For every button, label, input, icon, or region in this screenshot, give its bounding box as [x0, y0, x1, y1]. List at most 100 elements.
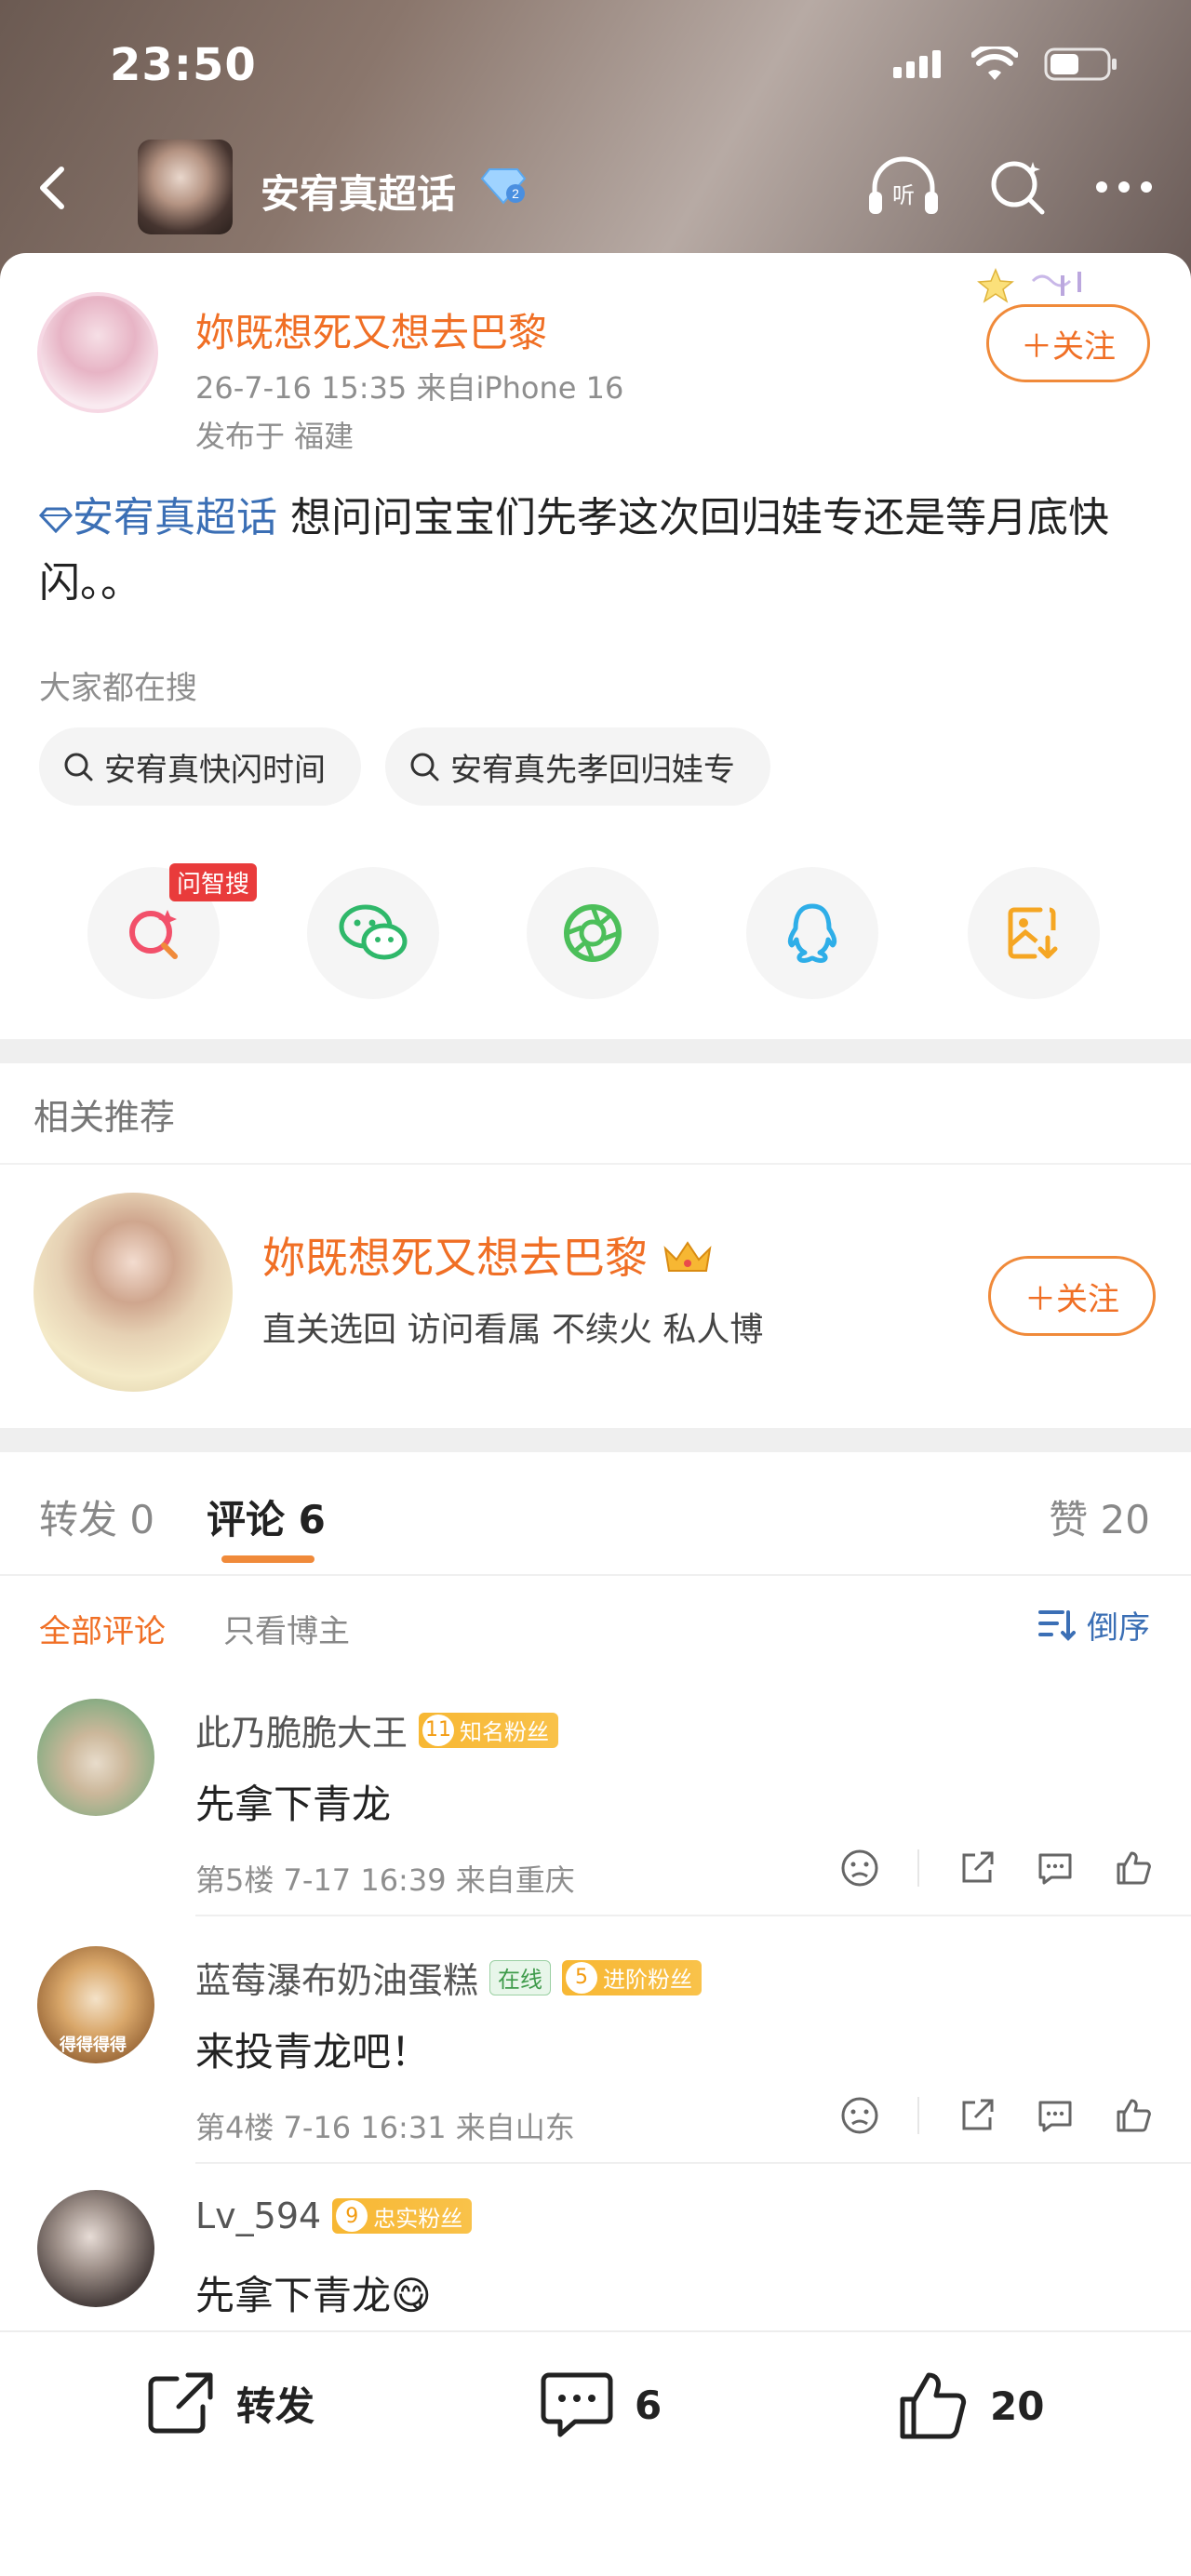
sort-label: 倒序 [1087, 1609, 1150, 1647]
post-meta: 26-7-16 15:35 来自iPhone 16 [195, 370, 624, 406]
commenter-name[interactable]: Lv_594 [195, 2196, 321, 2236]
filter-all-comments[interactable]: 全部评论 [39, 1606, 166, 1651]
more-icon[interactable] [1094, 180, 1154, 194]
search-hint-label: 大家都在搜 [39, 670, 197, 707]
share-icon[interactable] [957, 2095, 997, 2136]
comment-text: 来投青龙吧！ [195, 2029, 431, 2075]
related-user-avatar[interactable] [33, 1193, 233, 1392]
commenter-avatar[interactable] [37, 2190, 154, 2307]
cellular-signal-icon [893, 50, 941, 78]
ai-search-badge: 问智搜 [169, 863, 258, 901]
comment-separator [195, 1915, 1191, 1916]
like-icon [900, 2372, 967, 2439]
filter-owner-only[interactable]: 只看博主 [223, 1606, 350, 1651]
related-user-name[interactable]: 妳既想死又想去巴黎 [262, 1224, 714, 1286]
comment-meta: 第4楼 7-16 16:31 来自山东 [195, 2110, 575, 2145]
moments-share-button[interactable] [527, 867, 659, 999]
like-icon[interactable] [1113, 1848, 1154, 1889]
listen-icon[interactable]: 听 [867, 156, 940, 218]
battery-icon [1044, 47, 1117, 81]
comment-text: 先拿下青龙😋 [195, 2264, 432, 2321]
commenter-name[interactable]: 蓝莓瀑布奶油蛋糕 [195, 1952, 478, 2003]
bottom-comment-count: 6 [635, 2382, 662, 2428]
follow-button[interactable]: ＋关注 [986, 304, 1150, 382]
tab-repost[interactable]: 转发 0 [39, 1488, 154, 1545]
qq-icon [787, 903, 837, 964]
related-follow-button[interactable]: ＋关注 [988, 1256, 1156, 1336]
diamond-level-icon: 2 [480, 168, 527, 205]
repost-icon [148, 2372, 213, 2434]
supertopic-diamond-icon [38, 507, 74, 534]
related-title: 相关推荐 [33, 1097, 176, 1138]
section-divider [0, 1428, 1191, 1452]
tab-indicator [221, 1555, 314, 1563]
comment-text-body: 先拿下青龙 [195, 2273, 392, 2318]
author-name[interactable]: 妳既想死又想去巴黎 [195, 301, 547, 358]
bottom-comment-button[interactable]: 6 [540, 2369, 662, 2440]
post-body: 安宥真超话 想问问宝宝们先孝这次回归娃专还是等月底快闪。。 [38, 486, 1137, 616]
save-image-button[interactable] [968, 867, 1100, 999]
comment-meta: 第5楼 7-17 16:39 来自重庆 [195, 1862, 575, 1898]
search-chip-label: 安宥真快闪时间 [104, 751, 326, 789]
qq-share-button[interactable] [746, 867, 878, 999]
commenter-avatar[interactable]: 得得得得 [37, 1946, 154, 2063]
crown-icon [663, 1241, 712, 1272]
search-chip-label: 安宥真先孝回归娃专 [450, 751, 735, 789]
author-avatar[interactable] [37, 292, 158, 413]
commenter-name[interactable]: 此乃脆脆大王 [195, 1704, 408, 1755]
svg-text:听: 听 [892, 182, 915, 208]
save-image-icon [1008, 907, 1058, 959]
topic-label[interactable]: 安宥真超话 [73, 494, 277, 541]
tab-comments[interactable]: 评论 6 [207, 1488, 326, 1545]
fan-level: 5 [566, 1961, 598, 1994]
ai-search-icon [129, 910, 178, 959]
wechat-share-button[interactable] [307, 867, 439, 999]
search-icon[interactable] [986, 156, 1048, 218]
bottom-like-button[interactable]: 20 [897, 2369, 1044, 2442]
fan-label: 知名粉丝 [460, 1719, 550, 1745]
topic-link[interactable]: 安宥真超话 [38, 494, 277, 541]
bottom-action-bar: 转发 6 20 [0, 2330, 1191, 2576]
share-row: 问智搜 [0, 863, 1191, 1007]
search-icon [64, 753, 93, 781]
online-badge: 在线 [489, 1959, 552, 1995]
like-icon[interactable] [1113, 2095, 1154, 2136]
page-title[interactable]: 安宥真超话 [261, 163, 456, 220]
comment-emoji: 😋 [391, 2273, 432, 2318]
share-icon[interactable] [957, 1848, 997, 1889]
tab-likes[interactable]: 赞 20 [1049, 1488, 1150, 1545]
commenter-name-row: 此乃脆脆大王 11 知名粉丝 [195, 1704, 559, 1755]
search-chips: 安宥真快闪时间 安宥真先孝回归娃专 [39, 727, 770, 806]
nav-actions: 听 [867, 156, 1154, 218]
fan-label: 进阶粉丝 [603, 1967, 693, 1993]
avatar-caption: 得得得得 [60, 2035, 127, 2055]
search-chip[interactable]: 安宥真快闪时间 [39, 727, 361, 806]
sort-button[interactable]: 倒序 [1038, 1602, 1150, 1648]
search-chip[interactable]: 安宥真先孝回归娃专 [385, 727, 770, 806]
decorative-sparkle-icon [977, 268, 1081, 303]
nav-bar: 安宥真超话 2 听 [0, 140, 1191, 242]
reply-icon[interactable] [1035, 2095, 1076, 2136]
comment-actions [839, 2095, 1154, 2136]
dislike-face-icon[interactable] [839, 1848, 880, 1889]
supertopic-avatar[interactable] [138, 140, 233, 234]
moments-icon [564, 904, 622, 962]
bottom-repost-button[interactable]: 转发 [145, 2369, 314, 2436]
status-time: 23:50 [110, 39, 257, 91]
comment-separator [195, 2162, 1191, 2164]
related-user-name-text: 妳既想死又想去巴黎 [262, 1233, 648, 1283]
related-user-desc: 直关选回 访问看属 不续火 私人博 [262, 1311, 764, 1349]
action-separator [917, 1849, 919, 1887]
fan-badge: 9 忠实粉丝 [332, 2198, 473, 2234]
comment-text: 先拿下青龙 [195, 1782, 392, 1827]
back-icon[interactable] [26, 160, 82, 216]
reply-icon[interactable] [1035, 1848, 1076, 1889]
fan-level: 11 [422, 1714, 455, 1746]
commenter-name-row: Lv_594 9 忠实粉丝 [195, 2196, 473, 2236]
wifi-icon [971, 47, 1018, 80]
related-separator [0, 1163, 1191, 1165]
commenter-avatar[interactable] [37, 1699, 154, 1816]
sort-icon [1038, 1609, 1076, 1641]
interaction-tabs: 转发 0 评论 6 赞 20 [0, 1451, 1191, 1572]
dislike-face-icon[interactable] [839, 2095, 880, 2136]
